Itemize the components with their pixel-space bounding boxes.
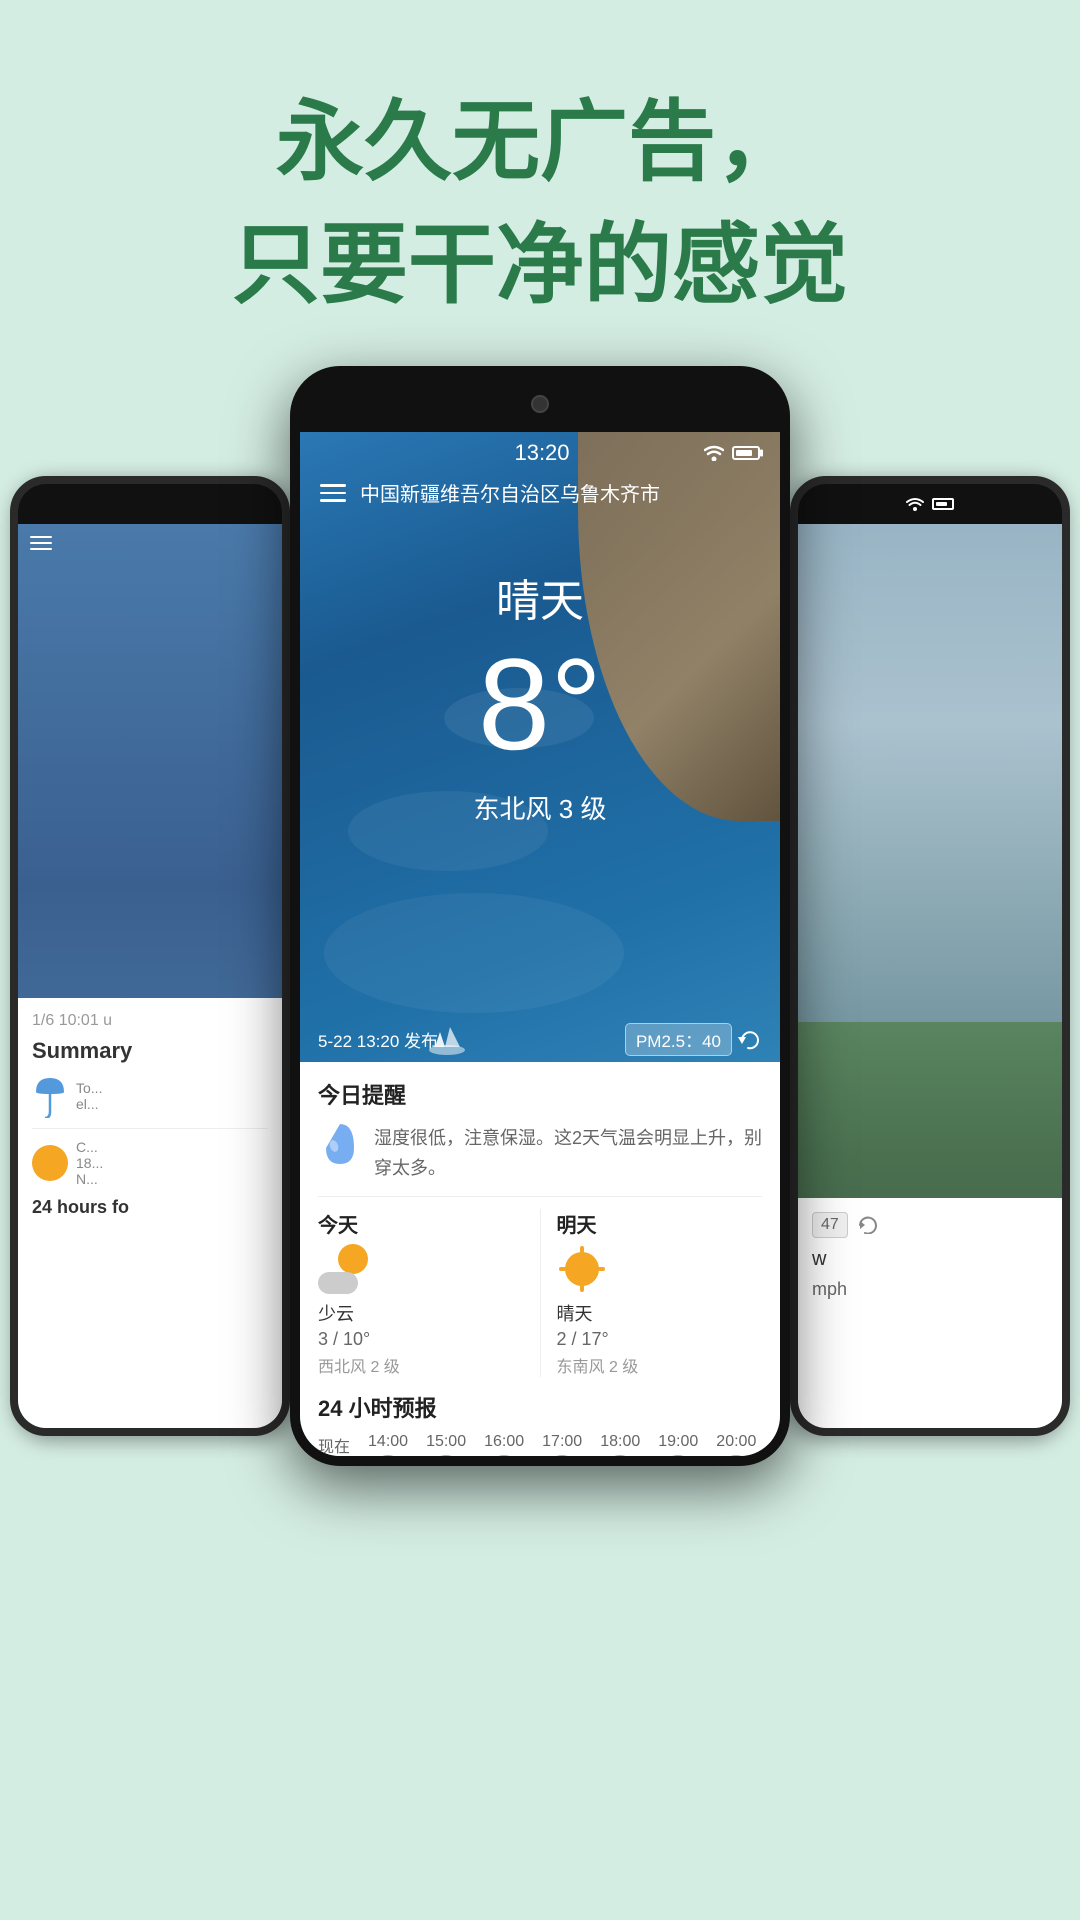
status-bar: 13:20: [300, 432, 780, 474]
weather-temperature: 8°: [320, 639, 760, 769]
menu-bar: 中国新疆维吾尔自治区乌鲁木齐市: [300, 474, 780, 515]
refresh-icon[interactable]: [738, 1030, 762, 1050]
hour-time-2: 15:00: [426, 1433, 466, 1451]
forecast-today-wind: 西北风 2 级: [318, 1353, 524, 1377]
left-date-label: 1/6 10:01 u: [32, 1012, 268, 1030]
left-umbrella-text: To...el...: [76, 1080, 102, 1112]
phone-right-screen: 47 w mph: [798, 524, 1062, 1428]
status-time: 13:20: [514, 440, 569, 466]
publish-time: 5-22 13:20 发布: [318, 1027, 438, 1052]
forecast-row: 今天 少云 3 / 10° 西北风 2 级: [318, 1209, 762, 1377]
forecast-tomorrow-condition: 晴天: [557, 1300, 763, 1326]
phone-left: 1/6 10:01 u Summary To...el... C...18: [10, 476, 290, 1436]
hour-item-2: 15:00: [426, 1433, 466, 1457]
hours-forecast-title: 24 小时预报: [318, 1391, 762, 1423]
bottom-publish-bar: 5-22 13:20 发布 PM2.5：40: [300, 1017, 780, 1062]
phone-center: 13:20: [290, 366, 790, 1466]
hour-time-0: 现在: [318, 1433, 350, 1457]
forecast-today-day: 今天: [318, 1209, 524, 1238]
phone-left-topbar: [18, 484, 282, 524]
weather-screen: 13:20: [300, 432, 780, 1456]
umbrella-icon: [32, 1074, 68, 1118]
left-24h-label: 24 hours fo: [32, 1197, 268, 1218]
left-summary-label: Summary: [32, 1038, 268, 1064]
reminder-row: 湿度很低，注意保湿。这2天气温会明显上升，别穿太多。: [318, 1120, 762, 1196]
hero-title-line1: 永久无广告，: [0, 80, 1080, 203]
phones-container: 1/6 10:01 u Summary To...el... C...18: [0, 366, 1080, 1836]
hour-time-4: 17:00: [542, 1433, 582, 1451]
hour-item-4: 17:00: [542, 1433, 582, 1457]
hour-item-5: 18:00: [600, 1433, 640, 1457]
hero-title-line2: 只要干净的感觉: [0, 203, 1080, 326]
forecast-today-condition: 少云: [318, 1300, 524, 1326]
hour-time-7: 20:00: [716, 1433, 756, 1451]
hour-item-0: 现在: [318, 1433, 350, 1457]
weather-wind: 东北风 3 级: [320, 789, 760, 826]
phone-right: 47 w mph: [790, 476, 1070, 1436]
forecast-tomorrow-wind: 东南风 2 级: [557, 1353, 763, 1377]
reminder-text: 湿度很低，注意保湿。这2天气温会明显上升，别穿太多。: [374, 1120, 762, 1183]
phone-left-screen: 1/6 10:01 u Summary To...el... C...18: [18, 524, 282, 1428]
right-mph-label: mph: [812, 1279, 1048, 1300]
hour-time-3: 16:00: [484, 1433, 524, 1451]
hour-item-7: 20:00: [716, 1433, 756, 1457]
right-wind-label: w: [812, 1248, 1048, 1271]
hero-section: 永久无广告， 只要干净的感觉: [0, 0, 1080, 366]
weather-content: 13:20: [300, 432, 780, 1456]
right-refresh-icon: [856, 1216, 880, 1234]
left-sun-text: C...18...N...: [76, 1139, 103, 1187]
hamburger-menu[interactable]: [320, 484, 346, 502]
pm25-badge: PM2.5：40: [625, 1023, 732, 1056]
right-wifi-icon: [906, 497, 924, 511]
today-reminder-title: 今日提醒: [318, 1078, 762, 1110]
weather-condition: 晴天: [320, 565, 760, 629]
phone-top-bezel: [300, 376, 780, 432]
forecast-tomorrow-temp: 2 / 17°: [557, 1329, 763, 1350]
hour-time-1: 14:00: [368, 1433, 408, 1451]
hour-time-6: 19:00: [658, 1433, 698, 1451]
forecast-today: 今天 少云 3 / 10° 西北风 2 级: [318, 1209, 536, 1377]
weather-main: 晴天 8° 东北风 3 级: [300, 515, 780, 836]
water-drop-icon: [318, 1120, 362, 1176]
front-camera: [531, 395, 549, 413]
forecast-tomorrow: 明天 晴天 2 / 17°: [545, 1209, 763, 1377]
hour-item-6: 19:00: [658, 1433, 698, 1457]
forecast-tomorrow-day: 明天: [557, 1209, 763, 1238]
phone-right-topbar: [798, 484, 1062, 524]
location-text: 中国新疆维吾尔自治区乌鲁木齐市: [360, 478, 660, 507]
hour-time-5: 18:00: [600, 1433, 640, 1451]
forecast-today-temp: 3 / 10°: [318, 1329, 524, 1350]
hour-item-1: 14:00: [368, 1433, 408, 1457]
right-badge: 47: [812, 1212, 848, 1238]
wifi-status-icon: [704, 445, 724, 461]
hour-item-3: 16:00: [484, 1433, 524, 1457]
white-card: 今日提醒 湿度很低，注意保湿。这2天气温会明显上升，别穿太多。: [300, 1062, 780, 1456]
hours-row: 现在 14:00 15:00 16:00: [318, 1433, 762, 1457]
